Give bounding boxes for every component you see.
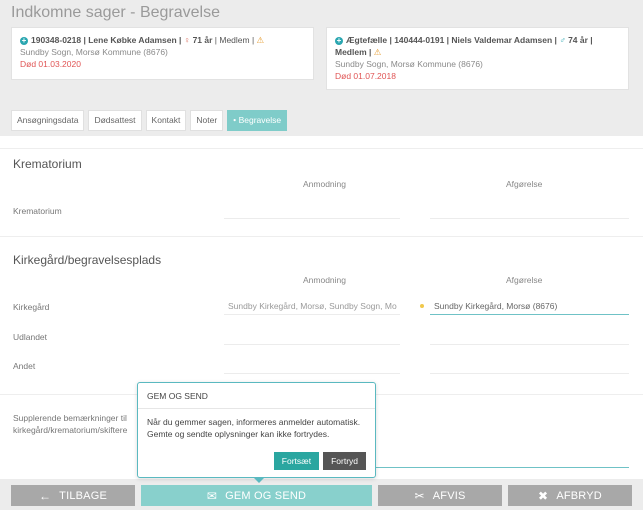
popover-text-line1: Når du gemmer sagen, informeres anmelder… [147, 417, 361, 427]
deceased-id-name: 190348-0218 | Lene Købke Adamsen | [31, 35, 182, 45]
deceased-age: 71 år [192, 35, 213, 45]
tab-begravelse-label: Begravelse [238, 115, 282, 125]
tab-doedsattest[interactable]: Dødsattest [88, 110, 142, 131]
deceased-card: +190348-0218 | Lene Købke Adamsen | ♀ 71… [11, 27, 314, 80]
spouse-address: Sundby Sogn, Morsø Kommune (8676) [335, 59, 483, 69]
popover-body: Når du gemmer sagen, informeres anmelder… [138, 409, 375, 447]
remarks-textarea[interactable] [376, 406, 629, 468]
tab-noter[interactable]: Noter [190, 110, 224, 131]
remarks-label-line2: kirkegård/krematorium/skiftere [13, 425, 128, 435]
abroad-decision-field[interactable] [430, 328, 629, 345]
male-icon: ♂ [559, 35, 566, 45]
spouse-card: + Ægtefælle | 140444-0191 | Niels Valdema… [326, 27, 629, 90]
cemetery-decision-header: Afgørelse [506, 275, 543, 285]
crematorium-heading: Krematorium [13, 157, 82, 171]
reject-button[interactable]: ✂ AFVIS [378, 485, 502, 506]
spouse-membership: Medlem | [335, 47, 372, 57]
tab-kontakt[interactable]: Kontakt [145, 110, 187, 131]
active-dot-icon: ● [233, 117, 237, 124]
save-send-button-label: GEM OG SEND [225, 489, 307, 502]
deceased-death-date: Død 01.03.2020 [20, 59, 81, 69]
crematorium-request-header: Anmodning [303, 179, 347, 189]
save-send-button[interactable]: ✉ GEM OG SEND [141, 485, 372, 506]
other-decision-field[interactable] [430, 357, 629, 374]
cancel-button[interactable]: Fortryd [323, 452, 366, 470]
tab-begravelse[interactable]: ● Begravelse [227, 110, 288, 131]
abroad-label: Udlandet [13, 332, 48, 342]
remarks-label: Supplerende bemærkninger til kirkegård/k… [13, 412, 127, 436]
warning-icon: ⚠ [256, 35, 265, 45]
tab-ansoegningsdata[interactable]: Ansøgningsdata [11, 110, 85, 131]
reject-button-label: AFVIS [432, 489, 466, 502]
crematorium-decision-header: Afgørelse [506, 179, 543, 189]
scissors-icon: ✂ [414, 488, 425, 503]
deceased-address: Sundby Sogn, Morsø Kommune (8676) [20, 47, 168, 57]
remarks-label-line1: Supplerende bemærkninger til [13, 413, 127, 423]
abort-button-label: AFBRYD [556, 489, 602, 502]
warning-icon: ⚠ [373, 47, 382, 57]
female-icon: ♀ [183, 35, 191, 45]
spouse-id-name: Ægtefælle | 140444-0191 | Niels Valdemar… [346, 35, 557, 45]
back-button-label: TILBAGE [59, 489, 108, 502]
other-label: Andet [13, 361, 36, 371]
back-button[interactable]: ← TILBAGE [11, 485, 135, 506]
other-request-field[interactable] [224, 357, 400, 374]
expand-icon[interactable]: + [335, 36, 343, 45]
continue-button[interactable]: Fortsæt [273, 452, 320, 470]
deceased-membership: | Medlem | [214, 35, 255, 45]
spouse-age: 74 år | [568, 35, 593, 45]
crematorium-request-field[interactable] [224, 202, 400, 219]
changed-marker-icon [420, 304, 424, 308]
abroad-request-field[interactable] [224, 328, 400, 345]
abort-button[interactable]: ✖ AFBRYD [508, 485, 632, 506]
popover-text-line2: Gemte og sendte oplysninger kan ikke for… [147, 429, 330, 439]
crematorium-decision-field[interactable] [430, 202, 629, 219]
cemetery-request-header: Anmodning [303, 275, 347, 285]
page-title: Indkomne sager - Begravelse [11, 4, 220, 21]
expand-icon[interactable]: + [20, 36, 28, 45]
spouse-death-date: Død 01.07.2018 [335, 71, 396, 81]
save-send-popover: GEM OG SEND Når du gemmer sagen, informe… [137, 382, 376, 483]
case-tabs: Ansøgningsdata Dødsattest Kontakt Noter … [11, 110, 288, 131]
popover-arrow [253, 477, 265, 483]
envelope-icon: ✉ [206, 488, 218, 503]
cemetery-decision-field[interactable]: Sundby Kirkegård, Morsø (8676) [430, 298, 629, 315]
popover-title: GEM OG SEND [138, 383, 375, 409]
cemetery-request-field[interactable]: Sundby Kirkegård, Morsø, Sundby Sogn, Mo [224, 298, 400, 315]
crematorium-label: Krematorium [13, 206, 62, 216]
action-bar: ← TILBAGE ✉ GEM OG SEND ✂ AFVIS ✖ AFBRYD [0, 485, 643, 510]
cemetery-label: Kirkegård [13, 302, 50, 312]
cemetery-heading: Kirkegård/begravelsesplads [13, 253, 162, 267]
arrow-left-icon: ← [38, 488, 52, 503]
close-icon: ✖ [538, 488, 549, 503]
